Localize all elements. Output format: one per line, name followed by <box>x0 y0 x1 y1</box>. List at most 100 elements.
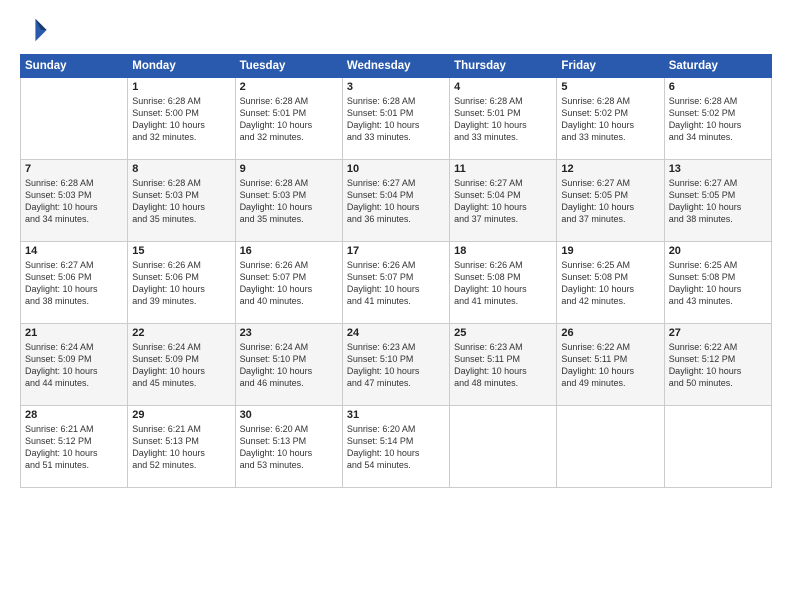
week-row-3: 14 Sunrise: 6:27 AM Sunset: 5:06 PM Dayli… <box>21 242 772 324</box>
week-row-5: 28 Sunrise: 6:21 AM Sunset: 5:12 PM Dayli… <box>21 406 772 488</box>
day-number: 13 <box>669 163 767 175</box>
day-number: 4 <box>454 81 552 93</box>
calendar-cell: 14 Sunrise: 6:27 AM Sunset: 5:06 PM Dayli… <box>21 242 128 324</box>
cell-info: Sunrise: 6:25 AM Sunset: 5:08 PM Dayligh… <box>669 259 767 308</box>
header-row: SundayMondayTuesdayWednesdayThursdayFrid… <box>21 55 772 78</box>
day-number: 18 <box>454 245 552 257</box>
calendar-cell: 10 Sunrise: 6:27 AM Sunset: 5:04 PM Dayli… <box>342 160 449 242</box>
day-number: 19 <box>561 245 659 257</box>
calendar-cell: 23 Sunrise: 6:24 AM Sunset: 5:10 PM Dayli… <box>235 324 342 406</box>
calendar-cell: 13 Sunrise: 6:27 AM Sunset: 5:05 PM Dayli… <box>664 160 771 242</box>
col-header-wednesday: Wednesday <box>342 55 449 78</box>
day-number: 5 <box>561 81 659 93</box>
day-number: 15 <box>132 245 230 257</box>
day-number: 14 <box>25 245 123 257</box>
page-header <box>20 16 772 44</box>
week-row-1: 1 Sunrise: 6:28 AM Sunset: 5:00 PM Daylig… <box>21 78 772 160</box>
calendar-cell: 17 Sunrise: 6:26 AM Sunset: 5:07 PM Dayli… <box>342 242 449 324</box>
calendar-cell <box>21 78 128 160</box>
cell-info: Sunrise: 6:26 AM Sunset: 5:07 PM Dayligh… <box>347 259 445 308</box>
col-header-saturday: Saturday <box>664 55 771 78</box>
day-number: 31 <box>347 409 445 421</box>
cell-info: Sunrise: 6:28 AM Sunset: 5:01 PM Dayligh… <box>240 95 338 144</box>
col-header-sunday: Sunday <box>21 55 128 78</box>
calendar-cell: 30 Sunrise: 6:20 AM Sunset: 5:13 PM Dayli… <box>235 406 342 488</box>
day-number: 20 <box>669 245 767 257</box>
day-number: 24 <box>347 327 445 339</box>
col-header-tuesday: Tuesday <box>235 55 342 78</box>
cell-info: Sunrise: 6:27 AM Sunset: 5:05 PM Dayligh… <box>561 177 659 226</box>
cell-info: Sunrise: 6:24 AM Sunset: 5:09 PM Dayligh… <box>25 341 123 390</box>
calendar-cell: 27 Sunrise: 6:22 AM Sunset: 5:12 PM Dayli… <box>664 324 771 406</box>
calendar-cell: 5Sunrise: 6:28 AM Sunset: 5:02 PM Daylig… <box>557 78 664 160</box>
cell-info: Sunrise: 6:28 AM Sunset: 5:00 PM Dayligh… <box>132 95 230 144</box>
week-row-4: 21 Sunrise: 6:24 AM Sunset: 5:09 PM Dayli… <box>21 324 772 406</box>
cell-info: Sunrise: 6:28 AM Sunset: 5:01 PM Dayligh… <box>347 95 445 144</box>
day-number: 30 <box>240 409 338 421</box>
cell-info: Sunrise: 6:27 AM Sunset: 5:05 PM Dayligh… <box>669 177 767 226</box>
day-number: 27 <box>669 327 767 339</box>
day-number: 8 <box>132 163 230 175</box>
calendar-cell: 6Sunrise: 6:28 AM Sunset: 5:02 PM Daylig… <box>664 78 771 160</box>
calendar-cell: 9 Sunrise: 6:28 AM Sunset: 5:03 PM Daylig… <box>235 160 342 242</box>
cell-info: Sunrise: 6:24 AM Sunset: 5:09 PM Dayligh… <box>132 341 230 390</box>
col-header-monday: Monday <box>128 55 235 78</box>
cell-info: Sunrise: 6:20 AM Sunset: 5:14 PM Dayligh… <box>347 423 445 472</box>
logo-icon <box>20 16 48 44</box>
cell-info: Sunrise: 6:21 AM Sunset: 5:12 PM Dayligh… <box>25 423 123 472</box>
day-number: 1 <box>132 81 230 93</box>
cell-info: Sunrise: 6:20 AM Sunset: 5:13 PM Dayligh… <box>240 423 338 472</box>
day-number: 10 <box>347 163 445 175</box>
calendar-cell: 7Sunrise: 6:28 AM Sunset: 5:03 PM Daylig… <box>21 160 128 242</box>
day-number: 9 <box>240 163 338 175</box>
day-number: 28 <box>25 409 123 421</box>
calendar-cell: 21 Sunrise: 6:24 AM Sunset: 5:09 PM Dayli… <box>21 324 128 406</box>
day-number: 29 <box>132 409 230 421</box>
calendar-cell: 8Sunrise: 6:28 AM Sunset: 5:03 PM Daylig… <box>128 160 235 242</box>
calendar-cell: 19Sunrise: 6:25 AM Sunset: 5:08 PM Dayli… <box>557 242 664 324</box>
col-header-thursday: Thursday <box>450 55 557 78</box>
calendar-cell: 24Sunrise: 6:23 AM Sunset: 5:10 PM Dayli… <box>342 324 449 406</box>
day-number: 3 <box>347 81 445 93</box>
cell-info: Sunrise: 6:27 AM Sunset: 5:04 PM Dayligh… <box>454 177 552 226</box>
cell-info: Sunrise: 6:26 AM Sunset: 5:06 PM Dayligh… <box>132 259 230 308</box>
calendar-cell: 3 Sunrise: 6:28 AM Sunset: 5:01 PM Daylig… <box>342 78 449 160</box>
cell-info: Sunrise: 6:26 AM Sunset: 5:07 PM Dayligh… <box>240 259 338 308</box>
cell-info: Sunrise: 6:28 AM Sunset: 5:03 PM Dayligh… <box>240 177 338 226</box>
calendar-cell: 4 Sunrise: 6:28 AM Sunset: 5:01 PM Daylig… <box>450 78 557 160</box>
day-number: 6 <box>669 81 767 93</box>
calendar-cell: 20 Sunrise: 6:25 AM Sunset: 5:08 PM Dayli… <box>664 242 771 324</box>
calendar-cell: 2Sunrise: 6:28 AM Sunset: 5:01 PM Daylig… <box>235 78 342 160</box>
calendar-cell: 15 Sunrise: 6:26 AM Sunset: 5:06 PM Dayli… <box>128 242 235 324</box>
calendar-table: SundayMondayTuesdayWednesdayThursdayFrid… <box>20 54 772 488</box>
cell-info: Sunrise: 6:27 AM Sunset: 5:04 PM Dayligh… <box>347 177 445 226</box>
cell-info: Sunrise: 6:23 AM Sunset: 5:11 PM Dayligh… <box>454 341 552 390</box>
cell-info: Sunrise: 6:27 AM Sunset: 5:06 PM Dayligh… <box>25 259 123 308</box>
cell-info: Sunrise: 6:28 AM Sunset: 5:01 PM Dayligh… <box>454 95 552 144</box>
calendar-cell: 16Sunrise: 6:26 AM Sunset: 5:07 PM Dayli… <box>235 242 342 324</box>
cell-info: Sunrise: 6:28 AM Sunset: 5:03 PM Dayligh… <box>25 177 123 226</box>
logo <box>20 16 52 44</box>
day-number: 25 <box>454 327 552 339</box>
calendar-cell: 29Sunrise: 6:21 AM Sunset: 5:13 PM Dayli… <box>128 406 235 488</box>
calendar-cell: 25 Sunrise: 6:23 AM Sunset: 5:11 PM Dayli… <box>450 324 557 406</box>
cell-info: Sunrise: 6:22 AM Sunset: 5:12 PM Dayligh… <box>669 341 767 390</box>
day-number: 23 <box>240 327 338 339</box>
day-number: 17 <box>347 245 445 257</box>
calendar-cell: 18Sunrise: 6:26 AM Sunset: 5:08 PM Dayli… <box>450 242 557 324</box>
day-number: 21 <box>25 327 123 339</box>
day-number: 26 <box>561 327 659 339</box>
col-header-friday: Friday <box>557 55 664 78</box>
calendar-cell: 28 Sunrise: 6:21 AM Sunset: 5:12 PM Dayli… <box>21 406 128 488</box>
calendar-cell <box>450 406 557 488</box>
day-number: 12 <box>561 163 659 175</box>
cell-info: Sunrise: 6:24 AM Sunset: 5:10 PM Dayligh… <box>240 341 338 390</box>
calendar-cell <box>664 406 771 488</box>
week-row-2: 7Sunrise: 6:28 AM Sunset: 5:03 PM Daylig… <box>21 160 772 242</box>
day-number: 22 <box>132 327 230 339</box>
calendar-cell: 11 Sunrise: 6:27 AM Sunset: 5:04 PM Dayli… <box>450 160 557 242</box>
day-number: 11 <box>454 163 552 175</box>
calendar-cell: 26 Sunrise: 6:22 AM Sunset: 5:11 PM Dayli… <box>557 324 664 406</box>
calendar-cell: 31 Sunrise: 6:20 AM Sunset: 5:14 PM Dayli… <box>342 406 449 488</box>
cell-info: Sunrise: 6:22 AM Sunset: 5:11 PM Dayligh… <box>561 341 659 390</box>
